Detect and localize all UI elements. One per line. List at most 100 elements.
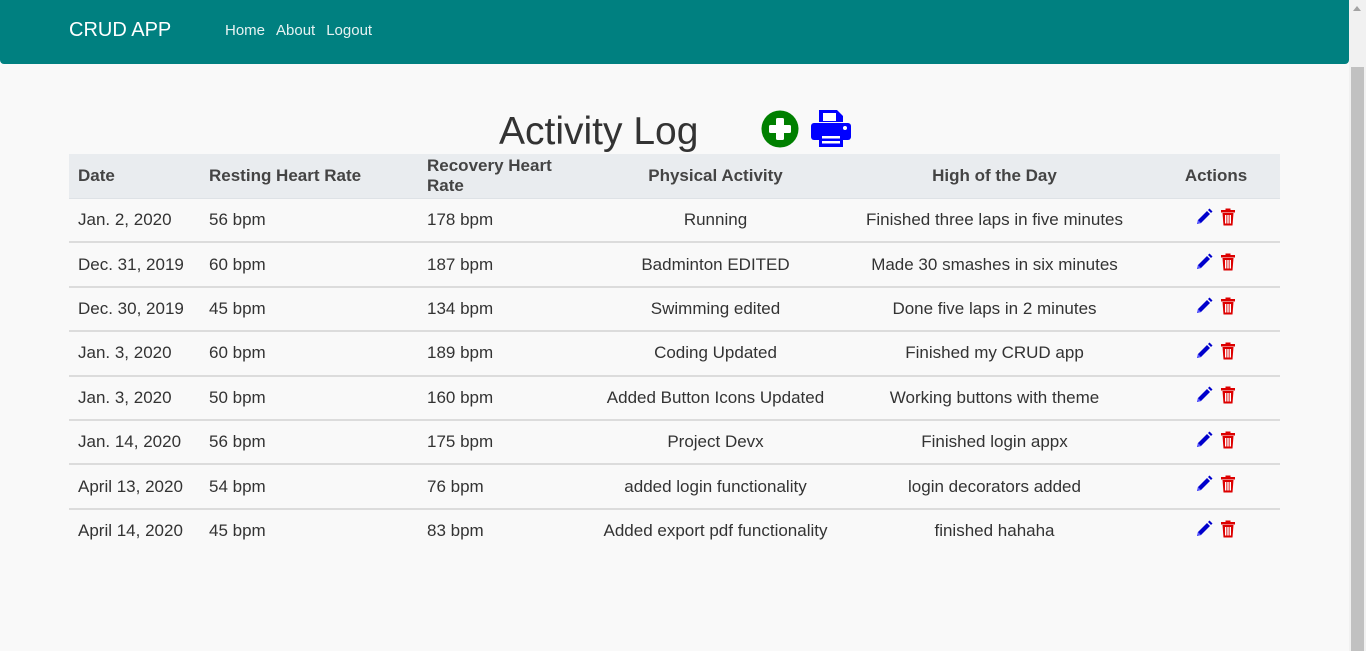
cell-resting: 45 bpm xyxy=(200,285,418,332)
cell-high: login decorators added xyxy=(837,463,1152,509)
table-header-row: Date Resting Heart Rate Recovery Heart R… xyxy=(69,154,1280,199)
trash-icon xyxy=(1219,475,1237,497)
delete-button[interactable] xyxy=(1219,475,1237,493)
col-header-recovery: Recovery Heart Rate xyxy=(418,154,594,199)
delete-button[interactable] xyxy=(1219,342,1237,360)
scrollbar-thumb[interactable] xyxy=(1351,67,1364,651)
nav-links: Home About Logout xyxy=(225,22,372,39)
row-actions xyxy=(1195,253,1237,271)
trash-icon xyxy=(1219,297,1237,319)
cell-resting: 56 bpm xyxy=(209,209,266,229)
scroll-up-arrow-icon[interactable] xyxy=(1353,6,1361,11)
cell-date: Jan. 2, 2020 xyxy=(78,209,172,229)
edit-button[interactable] xyxy=(1195,431,1213,449)
cell-recovery: 134 bpm xyxy=(418,285,594,332)
cell-date: Dec. 30, 2019 xyxy=(69,285,200,332)
cell-date: Jan. 14, 2020 xyxy=(69,418,200,465)
row-actions xyxy=(1195,431,1237,449)
delete-button[interactable] xyxy=(1219,253,1237,271)
delete-button[interactable] xyxy=(1219,386,1237,404)
cell-recovery: 175 bpm xyxy=(418,418,594,465)
cell-high: Made 30 smashes in six minutes xyxy=(837,241,1152,287)
edit-button[interactable] xyxy=(1195,297,1213,315)
delete-button[interactable] xyxy=(1219,297,1237,315)
delete-button[interactable] xyxy=(1219,520,1237,538)
row-actions xyxy=(1195,297,1237,315)
cell-actions xyxy=(1152,418,1280,465)
top-navbar: CRUD APP Home About Logout xyxy=(0,0,1349,64)
col-header-actions: Actions xyxy=(1152,154,1280,199)
pencil-icon xyxy=(1195,386,1213,408)
edit-button[interactable] xyxy=(1195,208,1213,226)
cell-resting: 45 bpm xyxy=(200,507,418,554)
trash-icon xyxy=(1219,520,1237,542)
cell-actions xyxy=(1152,374,1280,420)
cell-recovery: 178 bpm xyxy=(427,209,494,229)
nav-link-logout[interactable]: Logout xyxy=(326,22,372,39)
nav-link-home[interactable]: Home xyxy=(225,22,265,39)
app-brand[interactable]: CRUD APP xyxy=(69,19,171,42)
cell-resting: 50 bpm xyxy=(200,374,418,420)
cell-activity: Added export pdf functionality xyxy=(594,507,837,554)
edit-button[interactable] xyxy=(1195,475,1213,493)
table-row: Dec. 30, 2019 45 bpm 134 bpm Swimming edite… xyxy=(69,285,1280,332)
table-row: Dec. 31, 2019 60 bpm 187 bpm Badminton EDIT… xyxy=(69,241,1280,287)
table-row: Jan. 14, 2020 56 bpm 175 bpm Project Devx Fi… xyxy=(69,418,1280,465)
delete-button[interactable] xyxy=(1219,208,1237,226)
cell-activity: Added Button Icons Updated xyxy=(594,374,837,420)
col-header-activity: Physical Activity xyxy=(594,154,837,199)
col-header-resting: Resting Heart Rate xyxy=(200,154,418,199)
cell-recovery: 187 bpm xyxy=(418,241,594,287)
cell-activity: Project Devx xyxy=(594,418,837,465)
cell-activity: added login functionality xyxy=(594,463,837,509)
cell-activity: Coding Updated xyxy=(594,330,837,376)
table-row: Jan. 3, 2020 50 bpm 160 bpm Added Button Ic… xyxy=(69,374,1280,420)
nav-link-about[interactable]: About xyxy=(276,22,315,39)
cell-activity: Swimming edited xyxy=(594,285,837,332)
pencil-icon xyxy=(1195,431,1213,453)
row-actions xyxy=(1195,386,1237,404)
activity-table: Date Resting Heart Rate Recovery Heart R… xyxy=(69,154,1280,554)
cell-resting: 60 bpm xyxy=(200,330,418,376)
cell-date: April 13, 2020 xyxy=(69,463,200,509)
row-actions xyxy=(1195,520,1237,538)
cell-actions xyxy=(1152,463,1280,509)
col-header-high: High of the Day xyxy=(837,154,1152,199)
cell-high: Working buttons with theme xyxy=(837,374,1152,420)
add-activity-button[interactable] xyxy=(761,110,799,148)
trash-icon xyxy=(1219,342,1237,364)
pencil-icon xyxy=(1195,297,1213,319)
cell-actions xyxy=(1152,285,1280,332)
cell-actions xyxy=(1152,241,1280,287)
edit-button[interactable] xyxy=(1195,520,1213,538)
cell-actions xyxy=(1152,507,1280,554)
pencil-icon xyxy=(1195,475,1213,497)
edit-button[interactable] xyxy=(1195,253,1213,271)
printer-icon xyxy=(811,110,851,147)
cell-high: finished hahaha xyxy=(837,507,1152,554)
pencil-icon xyxy=(1195,342,1213,364)
edit-button[interactable] xyxy=(1195,342,1213,360)
cell-recovery: 160 bpm xyxy=(418,374,594,420)
cell-date: Dec. 31, 2019 xyxy=(69,241,200,287)
pencil-icon xyxy=(1195,253,1213,275)
cell-recovery: 83 bpm xyxy=(418,507,594,554)
cell-high: Finished my CRUD app xyxy=(837,330,1152,376)
cell-date: April 14, 2020 xyxy=(69,507,200,554)
table-row: Jan. 2, 2020 56 bpm 178 bpm Running Finished… xyxy=(69,198,1280,242)
trash-icon xyxy=(1219,431,1237,453)
row-actions xyxy=(1195,475,1237,493)
edit-button[interactable] xyxy=(1195,386,1213,404)
delete-button[interactable] xyxy=(1219,431,1237,449)
trash-icon xyxy=(1219,386,1237,408)
trash-icon xyxy=(1219,208,1237,230)
pencil-icon xyxy=(1195,208,1213,230)
cell-resting: 60 bpm xyxy=(200,241,418,287)
table-row: April 14, 2020 45 bpm 83 bpm Added export p… xyxy=(69,507,1280,554)
print-button[interactable] xyxy=(810,108,852,148)
cell-high: Finished login appx xyxy=(837,418,1152,465)
cell-resting: 56 bpm xyxy=(200,418,418,465)
cell-activity: Badminton EDITED xyxy=(594,241,837,287)
plus-circle-icon xyxy=(761,110,799,148)
cell-actions xyxy=(1152,198,1280,242)
